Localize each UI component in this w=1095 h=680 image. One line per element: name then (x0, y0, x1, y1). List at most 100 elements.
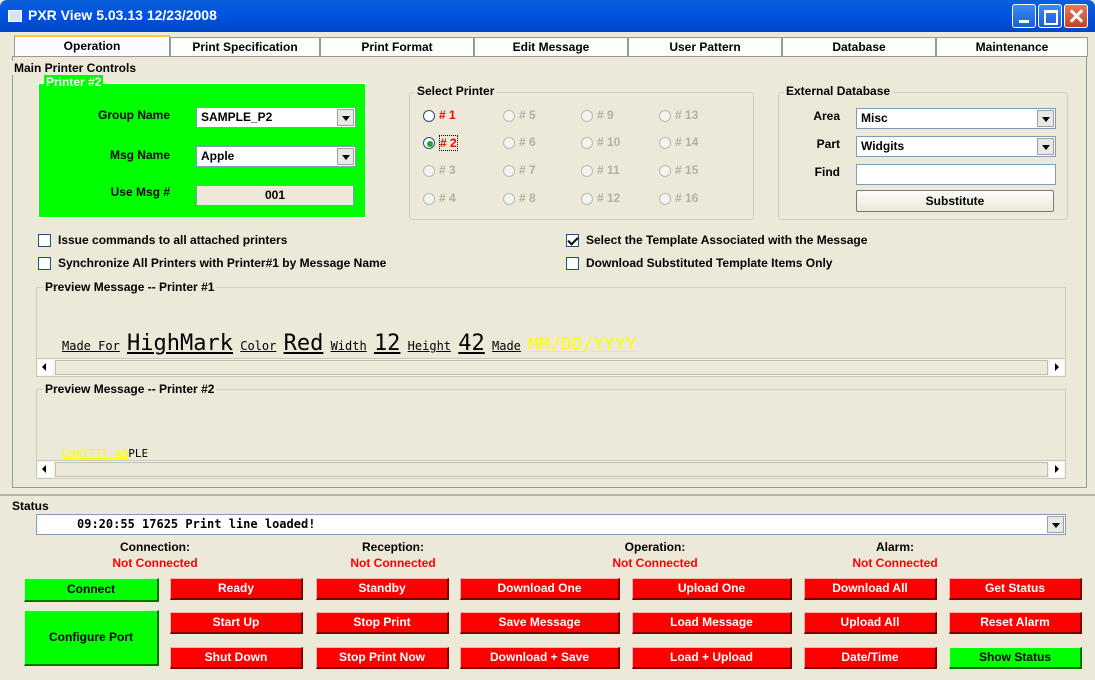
tab-user-pattern[interactable]: User Pattern (628, 37, 782, 57)
preview-printer-2-title: Preview Message -- Printer #2 (43, 382, 217, 396)
scrollbar-thumb[interactable] (55, 360, 1048, 375)
scroll-left-icon[interactable] (38, 462, 53, 477)
preview-text: PLE (128, 447, 149, 460)
download-save-button[interactable]: Download + Save (460, 647, 620, 669)
find-input[interactable] (856, 164, 1056, 185)
tab-print-format[interactable]: Print Format (320, 37, 474, 57)
issue-all-checkbox[interactable] (38, 234, 51, 247)
group-name-select[interactable]: SAMPLE_P2 (196, 107, 356, 128)
preview-text: Made For (62, 339, 120, 353)
preview-2-scrollbar[interactable] (36, 460, 1066, 479)
preview-text: CHXYTTT AB (62, 447, 129, 460)
start-up-button[interactable]: Start Up (170, 612, 303, 634)
operation-status: Not Connected (612, 556, 698, 570)
printer-radio (503, 137, 515, 149)
printer-radio-label: # 9 (597, 108, 614, 122)
scroll-right-icon[interactable] (1049, 360, 1064, 375)
printer-radio (581, 165, 593, 177)
get-status-button[interactable]: Get Status (949, 578, 1082, 600)
printer-radio-label: # 12 (597, 191, 621, 205)
tab-database[interactable]: Database (782, 37, 936, 57)
use-msg-field[interactable]: 001 (196, 185, 354, 206)
printer-radio-label: # 6 (519, 135, 536, 149)
stop-print-now-button[interactable]: Stop Print Now (316, 647, 449, 669)
date-time-button[interactable]: Date/Time (804, 647, 937, 669)
ready-button[interactable]: Ready (170, 578, 303, 600)
preview-printer-2-frame (36, 389, 1066, 469)
alarm-status: Not Connected (852, 556, 938, 570)
area-select[interactable]: Misc (856, 108, 1056, 129)
select-template-checkbox[interactable] (566, 234, 579, 247)
tab-print-specification[interactable]: Print Specification (170, 37, 320, 57)
part-select[interactable]: Widgits (856, 136, 1056, 157)
save-message-button[interactable]: Save Message (460, 612, 620, 634)
printer-radio-label: # 15 (675, 163, 699, 177)
group-name-value: SAMPLE_P2 (201, 110, 273, 124)
maximize-button[interactable] (1038, 4, 1062, 28)
preview-1-scrollbar[interactable] (36, 358, 1066, 377)
chevron-down-icon[interactable] (1037, 110, 1054, 127)
external-database-title: External Database (784, 84, 893, 98)
configure-port-button[interactable]: Configure Port (24, 610, 159, 666)
shut-down-button[interactable]: Shut Down (170, 647, 303, 669)
printer-radio (503, 193, 515, 205)
issue-all-label: Issue commands to all attached printers (58, 233, 288, 247)
download-subst-checkbox[interactable] (566, 257, 579, 270)
minimize-button[interactable] (1012, 4, 1036, 28)
msg-name-select[interactable]: Apple (196, 146, 356, 167)
printer-radio-label: # 8 (519, 191, 536, 205)
printer-panel-title: Printer #2 (44, 75, 104, 89)
status-log-select[interactable]: 09:20:55 17625 Print line loaded! (36, 514, 1066, 535)
msg-name-value: Apple (201, 149, 235, 163)
chevron-down-icon[interactable] (337, 109, 354, 126)
chevron-down-icon[interactable] (337, 148, 354, 165)
chevron-down-icon[interactable] (1037, 138, 1054, 155)
chevron-down-icon[interactable] (1047, 516, 1064, 533)
download-one-button[interactable]: Download One (460, 578, 620, 600)
sync-all-checkbox[interactable] (38, 257, 51, 270)
printer-radio[interactable] (423, 137, 435, 149)
load-upload-button[interactable]: Load + Upload (632, 647, 792, 669)
preview-text: 12 (373, 331, 401, 356)
substitute-button[interactable]: Substitute (856, 190, 1054, 212)
preview-text: Red (283, 331, 324, 356)
printer-radio (581, 193, 593, 205)
status-title: Status (10, 499, 51, 513)
scrollbar-thumb[interactable] (55, 462, 1048, 477)
show-status-button[interactable]: Show Status (949, 647, 1082, 669)
scroll-left-icon[interactable] (38, 360, 53, 375)
tab-operation[interactable]: Operation (14, 35, 170, 57)
tab-maintenance[interactable]: Maintenance (936, 37, 1088, 57)
printer-radio[interactable] (423, 110, 435, 122)
preview-date-text: MM/DD/YYYY (528, 334, 637, 355)
preview-printer-1-title: Preview Message -- Printer #1 (43, 280, 217, 294)
printer-radio-label: # 2 (439, 135, 458, 151)
printer-radio (503, 165, 515, 177)
preview-printer-1-message: Made For HighMark Color Red Width 12 Hei… (62, 331, 637, 356)
printer-radio-label: # 7 (519, 163, 536, 177)
preview-text: Made (492, 339, 521, 353)
window-title: PXR View 5.03.13 12/23/2008 (28, 7, 217, 23)
stop-print-button[interactable]: Stop Print (316, 612, 449, 634)
reset-alarm-button[interactable]: Reset Alarm (949, 612, 1082, 634)
printer-radio (581, 110, 593, 122)
close-button[interactable] (1064, 4, 1088, 28)
area-label: Area (813, 109, 840, 123)
group-name-label: Group Name (97, 108, 170, 122)
scroll-right-icon[interactable] (1049, 462, 1064, 477)
preview-text: Width (330, 339, 367, 353)
tab-edit-message[interactable]: Edit Message (474, 37, 628, 57)
part-value: Widgits (861, 139, 905, 153)
alarm-label: Alarm: (875, 540, 914, 554)
load-message-button[interactable]: Load Message (632, 612, 792, 634)
printer-radio (659, 110, 671, 122)
preview-text: 42 (458, 331, 485, 356)
msg-name-label: Msg Name (109, 148, 170, 162)
upload-one-button[interactable]: Upload One (632, 578, 792, 600)
connect-button[interactable]: Connect (24, 578, 159, 602)
printer-radio-label: # 13 (675, 108, 699, 122)
download-all-button[interactable]: Download All (804, 578, 937, 600)
upload-all-button[interactable]: Upload All (804, 612, 937, 634)
printer-radio (659, 193, 671, 205)
standby-button[interactable]: Standby (316, 578, 449, 600)
